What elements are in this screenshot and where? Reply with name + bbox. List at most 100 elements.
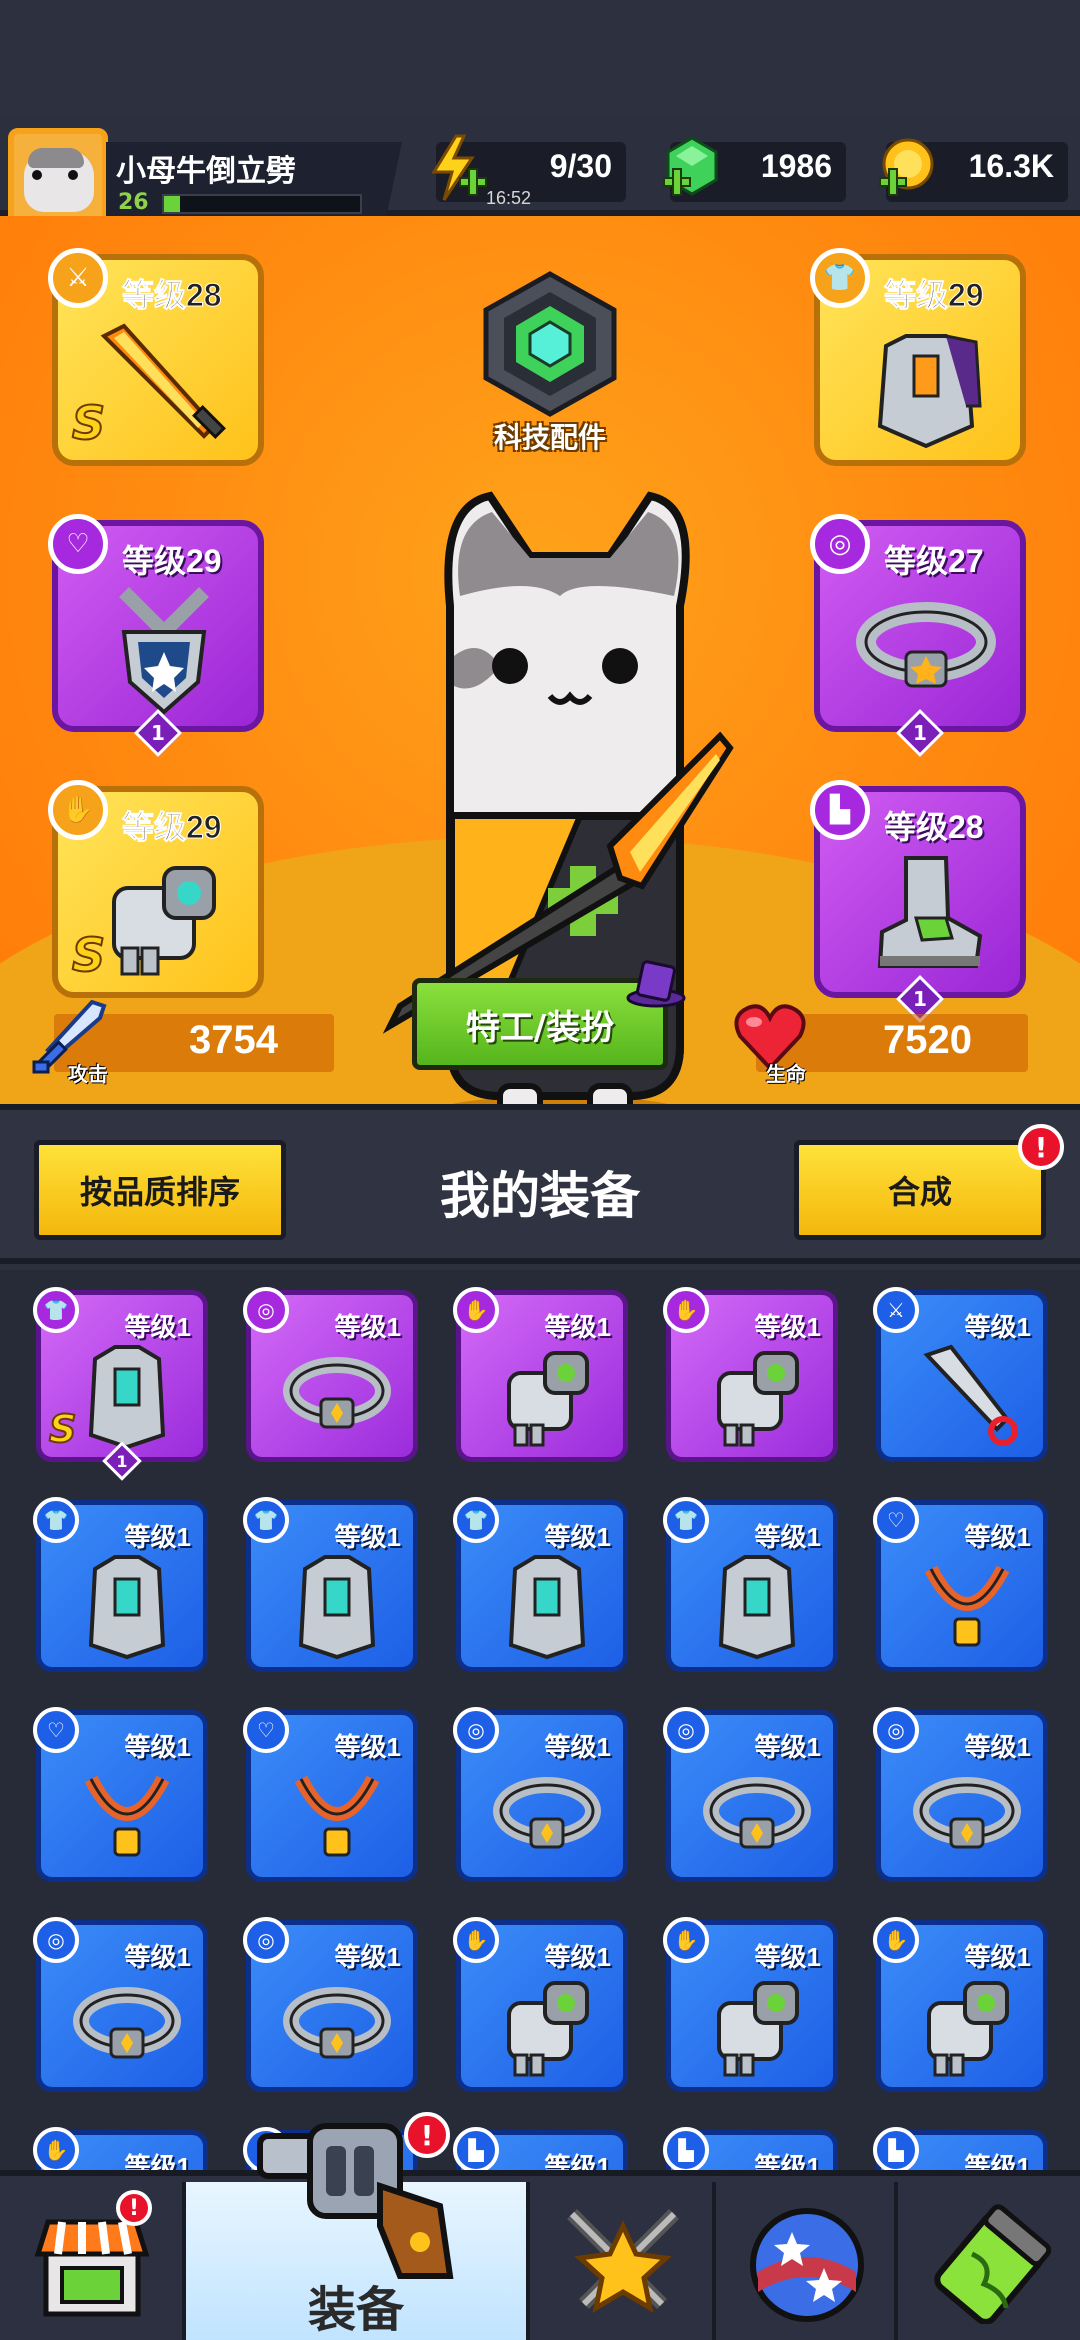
equipped-glove-slot[interactable]: ✋ 等级29 S: [48, 780, 264, 998]
item-level: 等级1: [964, 2152, 1031, 2170]
boot-category-icon: ▙: [873, 2127, 919, 2170]
belt-item-icon: [493, 1777, 601, 1849]
glove-item-icon: [507, 1981, 589, 2077]
necklace-category-icon: ♡: [48, 514, 108, 574]
equipment-item[interactable]: ◎ 等级1: [243, 1287, 418, 1462]
equipment-item[interactable]: ♡ 等级1: [33, 1707, 208, 1882]
equipment-item[interactable]: ✋等级1: [663, 1917, 838, 2092]
equipment-item[interactable]: ◎ 等级1: [663, 1707, 838, 1882]
rank-badge: S: [71, 927, 106, 983]
item-level: 等级1: [544, 2152, 611, 2170]
equipped-belt-slot[interactable]: ◎ 等级27 1: [810, 514, 1026, 758]
gem-plus-icon: [663, 136, 718, 196]
equipment-item[interactable]: ✋ 等级1: [33, 2127, 208, 2170]
armor-item-icon: [508, 1555, 586, 1660]
equipped-armor-slot[interactable]: 👕 等级29: [810, 248, 1026, 466]
coin-plus-icon: [879, 138, 934, 196]
item-level: 等级1: [124, 2152, 191, 2170]
equipment-item[interactable]: ✋等级1: [453, 1917, 628, 2092]
gems-value: 1986: [760, 148, 832, 184]
glove-category-icon: ✋: [663, 1917, 709, 1963]
nav-tab-shop[interactable]: !: [0, 2182, 186, 2340]
player-info: 小母牛倒立劈 26: [106, 142, 402, 226]
belt-category-icon: ◎: [33, 1917, 79, 1963]
mech-boot-icon: [877, 856, 983, 968]
sort-by-quality-button[interactable]: 按品质排序: [34, 1140, 286, 1240]
glove-category-icon: ✋: [453, 1287, 499, 1333]
equipment-item[interactable]: 👕 等级1: [243, 1497, 418, 1672]
armor-item-icon: [298, 1555, 376, 1660]
equipment-item[interactable]: ♡ 等级1: [873, 1497, 1048, 1672]
equipment-item[interactable]: ◎ 等级1: [243, 1917, 418, 2092]
belt-category-icon: ◎: [663, 1707, 709, 1753]
glove-category-icon: ✋: [48, 780, 108, 840]
star-belt-icon: [856, 602, 996, 688]
equipment-item[interactable]: ✋等级1: [873, 1917, 1048, 2092]
weapon-item-icon: [923, 1344, 1018, 1446]
nav-tab-battle[interactable]: [530, 2182, 716, 2340]
equipment-item[interactable]: 👕 等级1 S 1: [33, 1287, 208, 1481]
merge-alert-badge: !: [1018, 1124, 1064, 1170]
glove-category-icon: ✋: [33, 2127, 79, 2170]
game-screen: { "player": { "name": "小母牛倒立劈", "level":…: [0, 0, 1080, 2340]
glove-category-icon: ✋: [453, 1917, 499, 1963]
equipment-item[interactable]: ▙ 等级1: [873, 2127, 1048, 2170]
equipment-item[interactable]: ▙ 等级1: [453, 2127, 628, 2170]
coins-value: 16.3K: [968, 148, 1054, 184]
necklace-item-icon: [84, 1775, 170, 1857]
merge-button[interactable]: 合成: [794, 1140, 1046, 1240]
belt-category-icon: ◎: [873, 1707, 919, 1753]
equipment-item[interactable]: ⚔ 等级1: [873, 1287, 1048, 1462]
player-level: 26: [118, 190, 149, 215]
equipment-item[interactable]: 👕 等级1: [453, 1497, 628, 1672]
belt-item-icon: [703, 1777, 811, 1849]
equipment-header: 按品质排序 我的装备 合成 !: [0, 1104, 1080, 1264]
planet-icon: [750, 2208, 864, 2322]
equipment-item[interactable]: ✋等级1: [663, 1287, 838, 1462]
equipment-item[interactable]: ◎ 等级1: [873, 1707, 1048, 1882]
equipment-item[interactable]: 👕 等级1: [33, 1497, 208, 1672]
equipped-necklace-slot[interactable]: ♡ 等级29 1: [48, 514, 264, 758]
player-avatar[interactable]: [8, 128, 108, 228]
equipped-weapon-slot[interactable]: ⚔ 等级28 S: [48, 248, 264, 466]
player-name: 小母牛倒立劈: [116, 154, 296, 189]
equipment-item[interactable]: ◎ 等级1: [33, 1917, 208, 2092]
belt-category-icon: ◎: [243, 1287, 289, 1333]
necklace-category-icon: ♡: [33, 1707, 79, 1753]
gems-counter[interactable]: 1986: [663, 136, 846, 202]
energy-value: 9/30: [549, 148, 612, 184]
slot-level: 等级29: [122, 809, 223, 846]
necklace-item-icon: [294, 1775, 380, 1857]
energy-timer: 16:52: [486, 188, 532, 208]
glove-item-icon: [507, 1351, 589, 1447]
equipment-item[interactable]: ◎ 等级1: [453, 1707, 628, 1882]
shop-alert-badge: !: [116, 2190, 152, 2226]
belt-item-icon: [283, 1987, 391, 2059]
hero-panel: ⚔ 等级28 S ♡ 等级29 1 ✋ 等级29 S 👕 等级29 ◎ 等级27…: [0, 216, 1080, 1104]
equipment-item[interactable]: ▙ 等级1: [663, 2127, 838, 2170]
rank-badge: S: [71, 395, 106, 451]
necklace-item-icon: [924, 1565, 1010, 1647]
belt-category-icon: ◎: [243, 1917, 289, 1963]
equipped-boot-slot[interactable]: ▙ 等级28 1: [810, 780, 1026, 1024]
nav-tab-lab[interactable]: [898, 2182, 1080, 2340]
armor-item-icon: [718, 1555, 796, 1660]
bottom-nav: ! 装备 !: [0, 2112, 1080, 2340]
glove-category-icon: ✋: [663, 1287, 709, 1333]
armor-vest-icon: [877, 334, 982, 449]
equipment-item[interactable]: 👕 等级1: [663, 1497, 838, 1672]
coins-counter[interactable]: 16.3K: [879, 138, 1068, 202]
slot-level: 等级27: [884, 543, 984, 579]
dna-capsule-icon: [934, 2204, 1052, 2324]
nav-tab-world[interactable]: [716, 2182, 898, 2340]
equipment-item[interactable]: ♡ 等级1: [243, 1707, 418, 1882]
equipment-alert-badge: !: [404, 2112, 450, 2158]
equipment-item[interactable]: ✋等级1: [453, 1287, 628, 1462]
mech-gauntlet-icon: [112, 866, 216, 976]
life-value: 7520: [883, 1018, 972, 1062]
shield-pendant-icon: [119, 587, 209, 715]
weapon-category-icon: ⚔: [873, 1287, 919, 1333]
xp-bar: [162, 194, 362, 214]
belt-item-icon: [283, 1357, 391, 1429]
tech-accessory-button[interactable]: [478, 270, 622, 418]
